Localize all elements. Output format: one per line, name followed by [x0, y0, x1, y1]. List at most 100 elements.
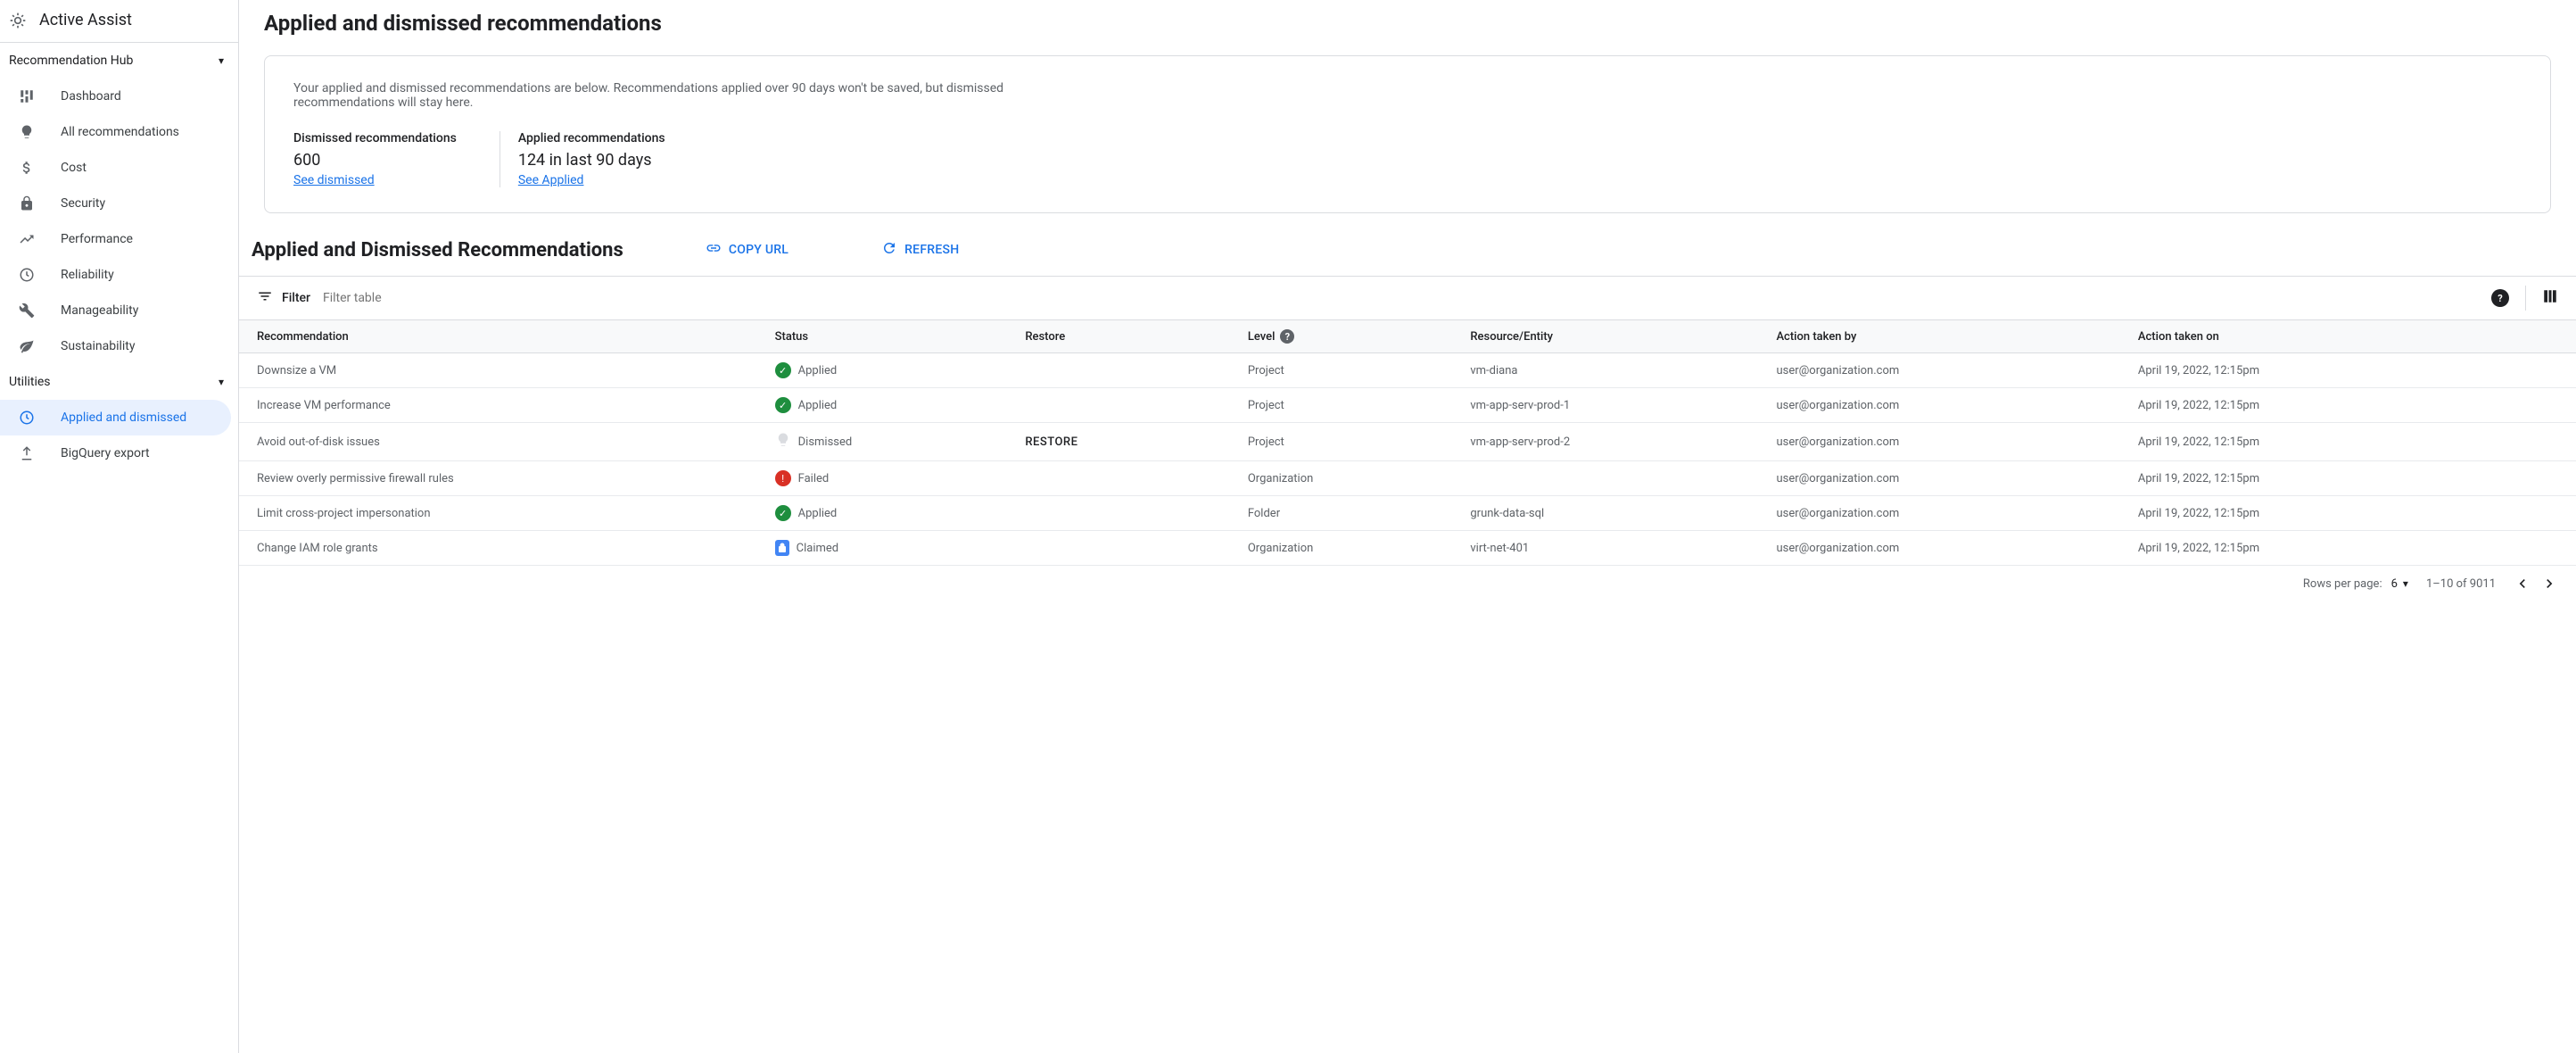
sidebar-item-cost[interactable]: Cost	[0, 150, 238, 186]
next-page-button[interactable]	[2540, 575, 2558, 593]
cell-action-on: April 19, 2022, 12:15pm	[2131, 461, 2576, 496]
chevron-down-icon: ▾	[219, 54, 224, 67]
prev-page-button[interactable]	[2514, 575, 2531, 593]
help-icon[interactable]: ?	[2491, 289, 2509, 307]
cell-restore	[1018, 461, 1241, 496]
cell-action-by: user@organization.com	[1769, 531, 2130, 566]
cell-level: Organization	[1241, 531, 1464, 566]
clock-icon	[18, 266, 36, 284]
nav-section-title-1[interactable]: Utilities ▾	[0, 364, 238, 400]
cell-resource: grunk-data-sql	[1463, 496, 1769, 531]
sidebar-item-all-recommendations[interactable]: All recommendations	[0, 114, 238, 150]
sidebar-item-performance[interactable]: Performance	[0, 221, 238, 257]
cell-restore	[1018, 388, 1241, 423]
product-icon	[9, 12, 27, 29]
cell-resource: vm-app-serv-prod-1	[1463, 388, 1769, 423]
col-restore[interactable]: Restore	[1018, 320, 1241, 353]
dismissed-icon	[775, 432, 791, 452]
sidebar-item-reliability[interactable]: Reliability	[0, 257, 238, 293]
dashboard-icon	[18, 87, 36, 105]
col-recommendation[interactable]: Recommendation	[239, 320, 768, 353]
wrench-icon	[18, 302, 36, 319]
cell-level: Organization	[1241, 461, 1464, 496]
stat-dismissed: Dismissed recommendations 600 See dismis…	[293, 131, 500, 187]
col-action-on[interactable]: Action taken on	[2131, 320, 2576, 353]
cell-level: Project	[1241, 353, 1464, 388]
cell-action-by: user@organization.com	[1769, 353, 2130, 388]
refresh-button[interactable]: REFRESH	[871, 235, 970, 265]
nav-item-label: Sustainability	[61, 339, 135, 353]
cell-action-on: April 19, 2022, 12:15pm	[2131, 353, 2576, 388]
nav-item-label: Reliability	[61, 268, 114, 282]
recommendations-table: Recommendation Status Restore Level? Res…	[239, 320, 2576, 566]
stats-row: Dismissed recommendations 600 See dismis…	[293, 131, 2522, 187]
cell-action-by: user@organization.com	[1769, 423, 2130, 461]
cell-restore	[1018, 496, 1241, 531]
cell-recommendation: Change IAM role grants	[239, 531, 768, 566]
cell-status: !Failed	[768, 461, 1019, 496]
table-row[interactable]: Limit cross-project impersonation✓Applie…	[239, 496, 2576, 531]
cell-restore	[1018, 531, 1241, 566]
columns-icon[interactable]	[2542, 288, 2558, 308]
history-icon	[18, 409, 36, 427]
stat-applied: Applied recommendations 124 in last 90 d…	[500, 131, 708, 187]
cell-status: ✓Applied	[768, 496, 1019, 531]
section-header: Applied and Dismissed Recommendations CO…	[239, 213, 2576, 276]
sidebar-item-manageability[interactable]: Manageability	[0, 293, 238, 328]
cell-resource	[1463, 461, 1769, 496]
see-dismissed-link[interactable]: See dismissed	[293, 173, 375, 187]
link-icon	[706, 240, 722, 260]
cell-status: ✓Applied	[768, 353, 1019, 388]
chevron-down-icon: ▾	[219, 376, 224, 388]
nav-item-label: Cost	[61, 161, 87, 175]
cell-status: ✓Applied	[768, 388, 1019, 423]
nav-item-label: Manageability	[61, 303, 138, 318]
cell-action-by: user@organization.com	[1769, 496, 2130, 531]
table-row[interactable]: Review overly permissive firewall rules!…	[239, 461, 2576, 496]
pagination-range: 1–10 of 9011	[2426, 577, 2496, 591]
col-status[interactable]: Status	[768, 320, 1019, 353]
nav-item-label: All recommendations	[61, 125, 179, 139]
rows-per-page-selector[interactable]: 6 ▾	[2391, 577, 2408, 591]
table-row[interactable]: Downsize a VM✓AppliedProjectvm-dianauser…	[239, 353, 2576, 388]
cell-status: Dismissed	[768, 423, 1019, 461]
table-row[interactable]: Change IAM role grantsClaimedOrganizatio…	[239, 531, 2576, 566]
nav-item-label: Applied and dismissed	[61, 410, 186, 425]
filter-label: Filter	[257, 288, 310, 308]
nav-item-label: Security	[61, 196, 105, 211]
filter-bar: Filter ?	[239, 277, 2576, 320]
cell-level: Project	[1241, 423, 1464, 461]
table-row[interactable]: Increase VM performance✓AppliedProjectvm…	[239, 388, 2576, 423]
sidebar-item-dashboard[interactable]: Dashboard	[0, 79, 238, 114]
copy-url-button[interactable]: COPY URL	[695, 235, 799, 265]
cell-resource: vm-app-serv-prod-2	[1463, 423, 1769, 461]
cell-recommendation: Limit cross-project impersonation	[239, 496, 768, 531]
sidebar-item-security[interactable]: Security	[0, 186, 238, 221]
cell-level: Project	[1241, 388, 1464, 423]
nav-item-label: Performance	[61, 232, 133, 246]
sidebar-item-sustainability[interactable]: Sustainability	[0, 328, 238, 364]
cell-restore[interactable]: RESTORE	[1018, 423, 1241, 461]
nav-item-label: Dashboard	[61, 89, 121, 104]
cell-resource: virt-net-401	[1463, 531, 1769, 566]
restore-button: RESTORE	[1025, 435, 1077, 449]
col-resource[interactable]: Resource/Entity	[1463, 320, 1769, 353]
nav-section-title-0[interactable]: Recommendation Hub ▾	[0, 43, 238, 79]
trend-icon	[18, 230, 36, 248]
product-title: Active Assist	[39, 11, 132, 29]
sidebar-item-applied-and-dismissed[interactable]: Applied and dismissed	[0, 400, 231, 435]
see-applied-link[interactable]: See Applied	[518, 173, 584, 187]
level-help-icon[interactable]: ?	[1280, 329, 1294, 344]
col-level[interactable]: Level?	[1241, 320, 1464, 353]
filter-input[interactable]	[323, 291, 2479, 305]
main-content: Applied and dismissed recommendations Yo…	[239, 0, 2576, 1053]
leaf-icon	[18, 337, 36, 355]
lock-icon	[775, 540, 789, 556]
cell-action-on: April 19, 2022, 12:15pm	[2131, 531, 2576, 566]
col-action-by[interactable]: Action taken by	[1769, 320, 2130, 353]
check-circle-icon: ✓	[775, 397, 791, 413]
table-row[interactable]: Avoid out-of-disk issuesDismissedRESTORE…	[239, 423, 2576, 461]
cell-action-by: user@organization.com	[1769, 461, 2130, 496]
cell-action-on: April 19, 2022, 12:15pm	[2131, 423, 2576, 461]
sidebar-item-bigquery-export[interactable]: BigQuery export	[0, 435, 238, 471]
